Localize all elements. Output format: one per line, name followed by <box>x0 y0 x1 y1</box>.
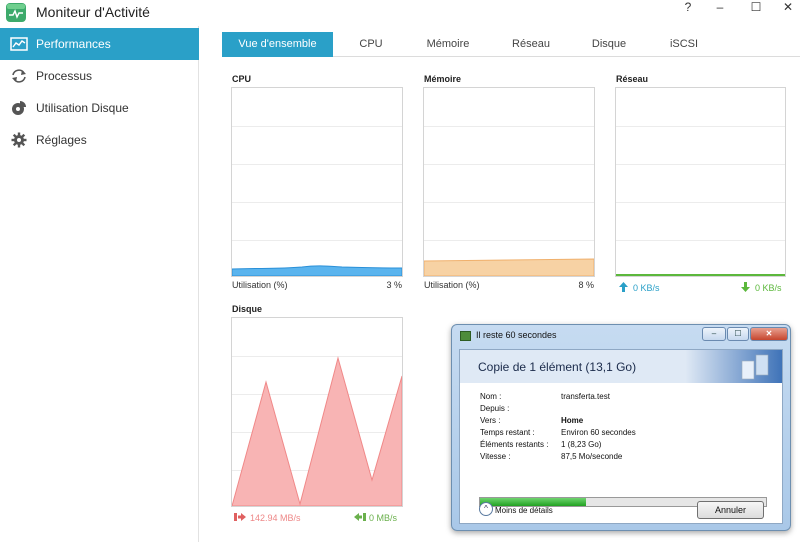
sidebar-item-performances[interactable]: Performances <box>0 28 199 60</box>
tab-cpu[interactable]: CPU <box>348 32 394 57</box>
dialog-header: Copie de 1 élément (13,1 Go) <box>460 350 782 383</box>
field-speed-label: Vitesse : <box>480 452 511 461</box>
sidebar-item-label: Utilisation Disque <box>36 101 129 115</box>
sidebar-item-reglages[interactable]: Réglages <box>0 124 199 156</box>
copy-heading: Copie de 1 élément (13,1 Go) <box>478 360 637 374</box>
minimize-button[interactable]: – <box>708 0 732 14</box>
field-items-value: 1 (8,23 Go) <box>561 440 602 449</box>
disk-write-icon <box>354 513 366 521</box>
field-speed-value: 87,5 Mo/seconde <box>561 452 623 461</box>
tab-reseau[interactable]: Réseau <box>505 32 557 57</box>
window-title: Moniteur d'Activité <box>36 4 150 20</box>
memory-panel-title: Mémoire <box>424 74 462 84</box>
tab-vue-ensemble[interactable]: Vue d'ensemble <box>222 32 333 57</box>
field-items-label: Éléments restants : <box>480 440 549 449</box>
upload-arrow-icon <box>619 282 628 292</box>
copy-animation-icon <box>741 354 769 380</box>
sidebar-item-label: Réglages <box>36 133 87 147</box>
download-arrow-icon <box>741 282 750 292</box>
cpu-usage-label: Utilisation (%) <box>232 280 288 290</box>
disk-pie-icon <box>12 101 26 115</box>
copy-progress-dialog: Il reste 60 secondes – ☐ ✕ Copie de 1 él… <box>451 324 791 531</box>
dialog-close-button[interactable]: ✕ <box>750 327 788 341</box>
field-name-label: Nom : <box>480 392 502 401</box>
copy-window-icon <box>460 331 471 341</box>
tab-disque[interactable]: Disque <box>583 32 635 57</box>
memory-usage-value: 8 % <box>578 280 594 290</box>
field-name-value: transferta.test <box>561 392 610 401</box>
tab-bar: Vue d'ensemble CPU Mémoire Réseau Disque… <box>222 32 800 57</box>
dialog-title: Il reste 60 secondes <box>476 330 557 340</box>
gear-icon <box>11 132 27 148</box>
dialog-minimize-button[interactable]: – <box>702 327 726 341</box>
dialog-body: Copie de 1 élément (13,1 Go) Nom : trans… <box>459 349 783 524</box>
sidebar-item-processus[interactable]: Processus <box>0 60 199 92</box>
sidebar-item-label: Processus <box>36 69 93 83</box>
progress-fill <box>480 498 586 506</box>
network-graph <box>615 87 786 277</box>
field-to-value[interactable]: Home <box>561 416 583 425</box>
refresh-arrows-icon <box>12 69 26 83</box>
field-time-value: Environ 60 secondes <box>561 428 636 437</box>
disk-read-rate: 142.94 MB/s <box>250 513 301 523</box>
network-download-rate: 0 KB/s <box>755 283 782 293</box>
memory-graph <box>423 87 595 277</box>
performance-chart-icon <box>10 37 28 51</box>
field-from-label: Depuis : <box>480 404 510 413</box>
disk-read-icon <box>234 513 246 521</box>
disk-graph <box>231 317 403 507</box>
field-to-label: Vers : <box>480 416 501 425</box>
sidebar-item-label: Performances <box>36 37 111 51</box>
network-upload-rate: 0 KB/s <box>633 283 660 293</box>
close-button[interactable]: ✕ <box>776 0 800 14</box>
tab-iscsi[interactable]: iSCSI <box>662 32 706 57</box>
field-time-label: Temps restant : <box>480 428 535 437</box>
title-bar: Moniteur d'Activité ? – ☐ ✕ <box>0 0 800 26</box>
cpu-panel-title: CPU <box>232 74 252 84</box>
app-logo-icon <box>6 3 26 22</box>
network-panel-title: Réseau <box>616 74 649 84</box>
less-details-link[interactable]: Moins de détails <box>495 506 553 515</box>
cancel-button[interactable]: Annuler <box>697 501 764 519</box>
maximize-button[interactable]: ☐ <box>744 0 768 14</box>
help-button[interactable]: ? <box>676 0 700 14</box>
tab-memoire[interactable]: Mémoire <box>418 32 478 57</box>
sidebar-item-utilisation-disque[interactable]: Utilisation Disque <box>0 92 199 124</box>
disk-panel-title: Disque <box>232 304 263 314</box>
cpu-graph <box>231 87 403 277</box>
dialog-maximize-button[interactable]: ☐ <box>727 327 749 341</box>
memory-usage-label: Utilisation (%) <box>424 280 480 290</box>
disk-write-rate: 0 MB/s <box>369 513 398 523</box>
cpu-usage-value: 3 % <box>386 280 402 290</box>
less-details-chevron-icon[interactable]: ^ <box>479 502 493 516</box>
sidebar: Performances Processus Utilisation Disqu… <box>0 26 199 542</box>
